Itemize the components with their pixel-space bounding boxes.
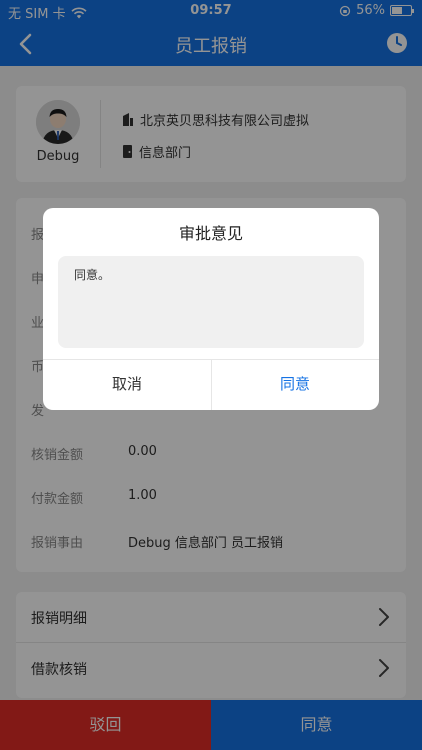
approval-comment-input[interactable]: 同意。 bbox=[58, 256, 364, 348]
confirm-button[interactable]: 同意 bbox=[211, 359, 379, 410]
cancel-button[interactable]: 取消 bbox=[43, 359, 211, 410]
dialog-title: 审批意见 bbox=[178, 224, 243, 243]
approval-dialog: 审批意见 同意。 取消 同意 bbox=[43, 208, 379, 410]
